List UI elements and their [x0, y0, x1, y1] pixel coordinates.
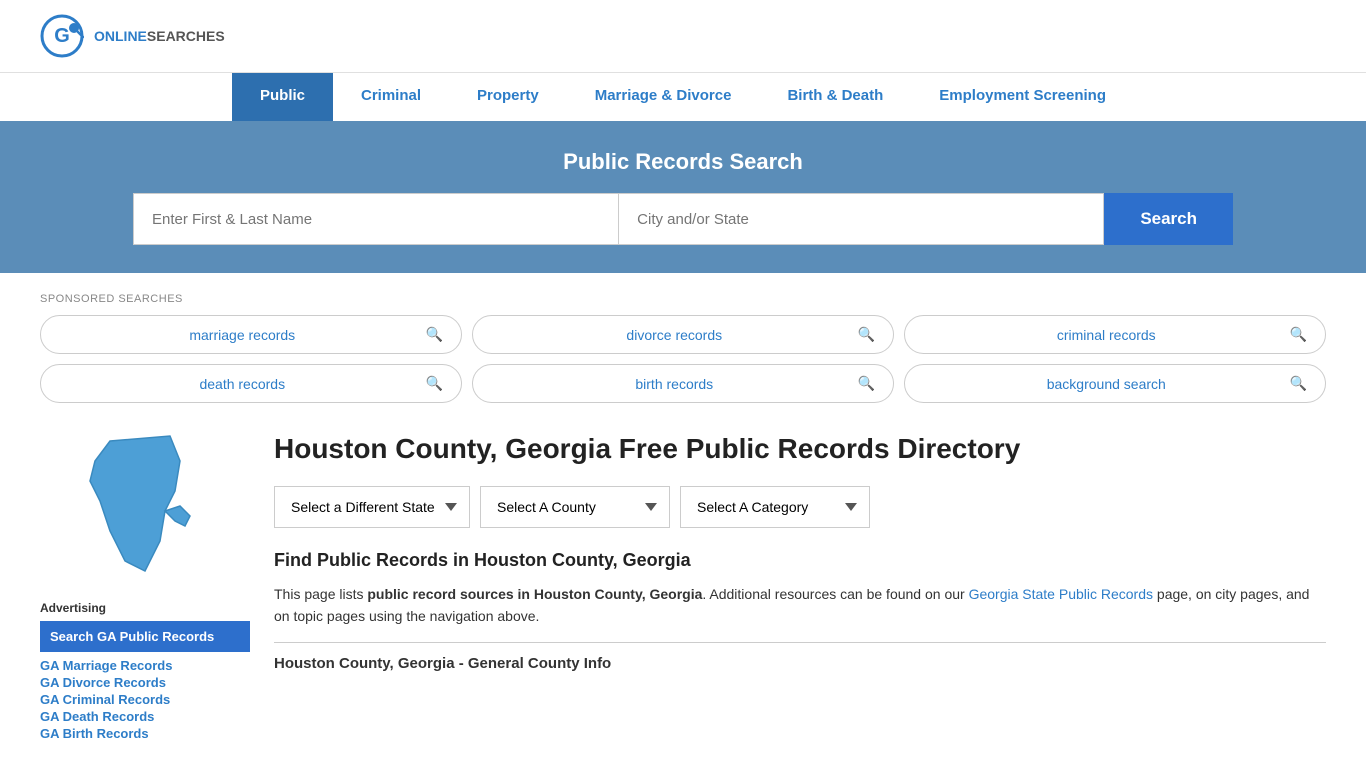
- search-pill-icon-6: 🔍: [1290, 375, 1307, 392]
- search-pill-icon-3: 🔍: [1290, 326, 1307, 343]
- location-input[interactable]: [618, 193, 1104, 245]
- sidebar-link-ga-birth[interactable]: GA Birth Records: [40, 726, 250, 741]
- main-nav: Public Criminal Property Marriage & Divo…: [0, 72, 1366, 121]
- sponsored-pill-divorce-text: divorce records: [491, 327, 858, 343]
- state-map-georgia: [80, 431, 210, 581]
- sponsored-pill-background-text: background search: [923, 376, 1290, 392]
- search-form: Search: [133, 193, 1233, 245]
- nav-item-employment[interactable]: Employment Screening: [911, 73, 1134, 121]
- georgia-state-link[interactable]: Georgia State Public Records: [969, 586, 1153, 602]
- logo-icon: G: [40, 14, 84, 58]
- sponsored-pill-divorce[interactable]: divorce records 🔍: [472, 315, 894, 354]
- sidebar-link-ga-marriage[interactable]: GA Marriage Records: [40, 658, 250, 673]
- state-selector[interactable]: Select a Different State: [274, 486, 470, 528]
- county-selector[interactable]: Select A County: [480, 486, 670, 528]
- nav-item-criminal[interactable]: Criminal: [333, 73, 449, 121]
- description-bold: public record sources in Houston County,…: [367, 586, 702, 602]
- description-text-1: This page lists: [274, 586, 367, 602]
- sponsored-grid: marriage records 🔍 divorce records 🔍 cri…: [40, 315, 1326, 403]
- sponsored-pill-criminal-text: criminal records: [923, 327, 1290, 343]
- sidebar-link-ga-divorce[interactable]: GA Divorce Records: [40, 675, 250, 690]
- search-pill-icon-1: 🔍: [426, 326, 443, 343]
- article-content: Houston County, Georgia Free Public Reco…: [274, 431, 1326, 743]
- main-content: SPONSORED SEARCHES marriage records 🔍 di…: [0, 273, 1366, 773]
- find-heading: Find Public Records in Houston County, G…: [274, 550, 1326, 571]
- sponsored-pill-death[interactable]: death records 🔍: [40, 364, 462, 403]
- logo-text: ONLINESEARCHES: [94, 28, 225, 44]
- general-info-heading: Houston County, Georgia - General County…: [274, 642, 1326, 672]
- sponsored-pill-marriage[interactable]: marriage records 🔍: [40, 315, 462, 354]
- search-banner-title: Public Records Search: [40, 149, 1326, 175]
- sidebar-link-ga-death[interactable]: GA Death Records: [40, 709, 250, 724]
- logo-searches: SEARCHES: [147, 28, 225, 44]
- advertising-label: Advertising: [40, 601, 250, 615]
- sidebar-link-ga-criminal[interactable]: GA Criminal Records: [40, 692, 250, 707]
- nav-item-birth-death[interactable]: Birth & Death: [759, 73, 911, 121]
- sponsored-pill-death-text: death records: [59, 376, 426, 392]
- search-pill-icon-4: 🔍: [426, 375, 443, 392]
- search-pill-icon-2: 🔍: [858, 326, 875, 343]
- header: G ONLINESEARCHES: [0, 0, 1366, 72]
- logo-online: ONLINE: [94, 28, 147, 44]
- selectors-row: Select a Different State Select A County…: [274, 486, 1326, 528]
- name-input[interactable]: [133, 193, 618, 245]
- nav-item-property[interactable]: Property: [449, 73, 567, 121]
- description-text-2: . Additional resources can be found on o…: [702, 586, 968, 602]
- page-title: Houston County, Georgia Free Public Reco…: [274, 431, 1326, 466]
- content-with-sidebar: Advertising Search GA Public Records GA …: [40, 431, 1326, 743]
- sponsored-label: SPONSORED SEARCHES: [40, 293, 1326, 305]
- description-paragraph: This page lists public record sources in…: [274, 583, 1326, 628]
- page-wrapper: G ONLINESEARCHES Public Criminal Propert…: [0, 0, 1366, 773]
- svg-text:G: G: [54, 25, 70, 47]
- sponsored-pill-background[interactable]: background search 🔍: [904, 364, 1326, 403]
- sponsored-pill-birth-text: birth records: [491, 376, 858, 392]
- search-button[interactable]: Search: [1104, 193, 1233, 245]
- sidebar: Advertising Search GA Public Records GA …: [40, 431, 250, 743]
- category-selector[interactable]: Select A Category: [680, 486, 870, 528]
- search-banner: Public Records Search Search: [0, 121, 1366, 273]
- sponsored-pill-criminal[interactable]: criminal records 🔍: [904, 315, 1326, 354]
- search-pill-icon-5: 🔍: [858, 375, 875, 392]
- nav-item-public[interactable]: Public: [232, 73, 333, 121]
- nav-item-marriage-divorce[interactable]: Marriage & Divorce: [567, 73, 760, 121]
- sponsored-pill-birth[interactable]: birth records 🔍: [472, 364, 894, 403]
- logo-area: G ONLINESEARCHES: [40, 14, 225, 58]
- sidebar-ad-highlight[interactable]: Search GA Public Records: [40, 621, 250, 652]
- sponsored-pill-marriage-text: marriage records: [59, 327, 426, 343]
